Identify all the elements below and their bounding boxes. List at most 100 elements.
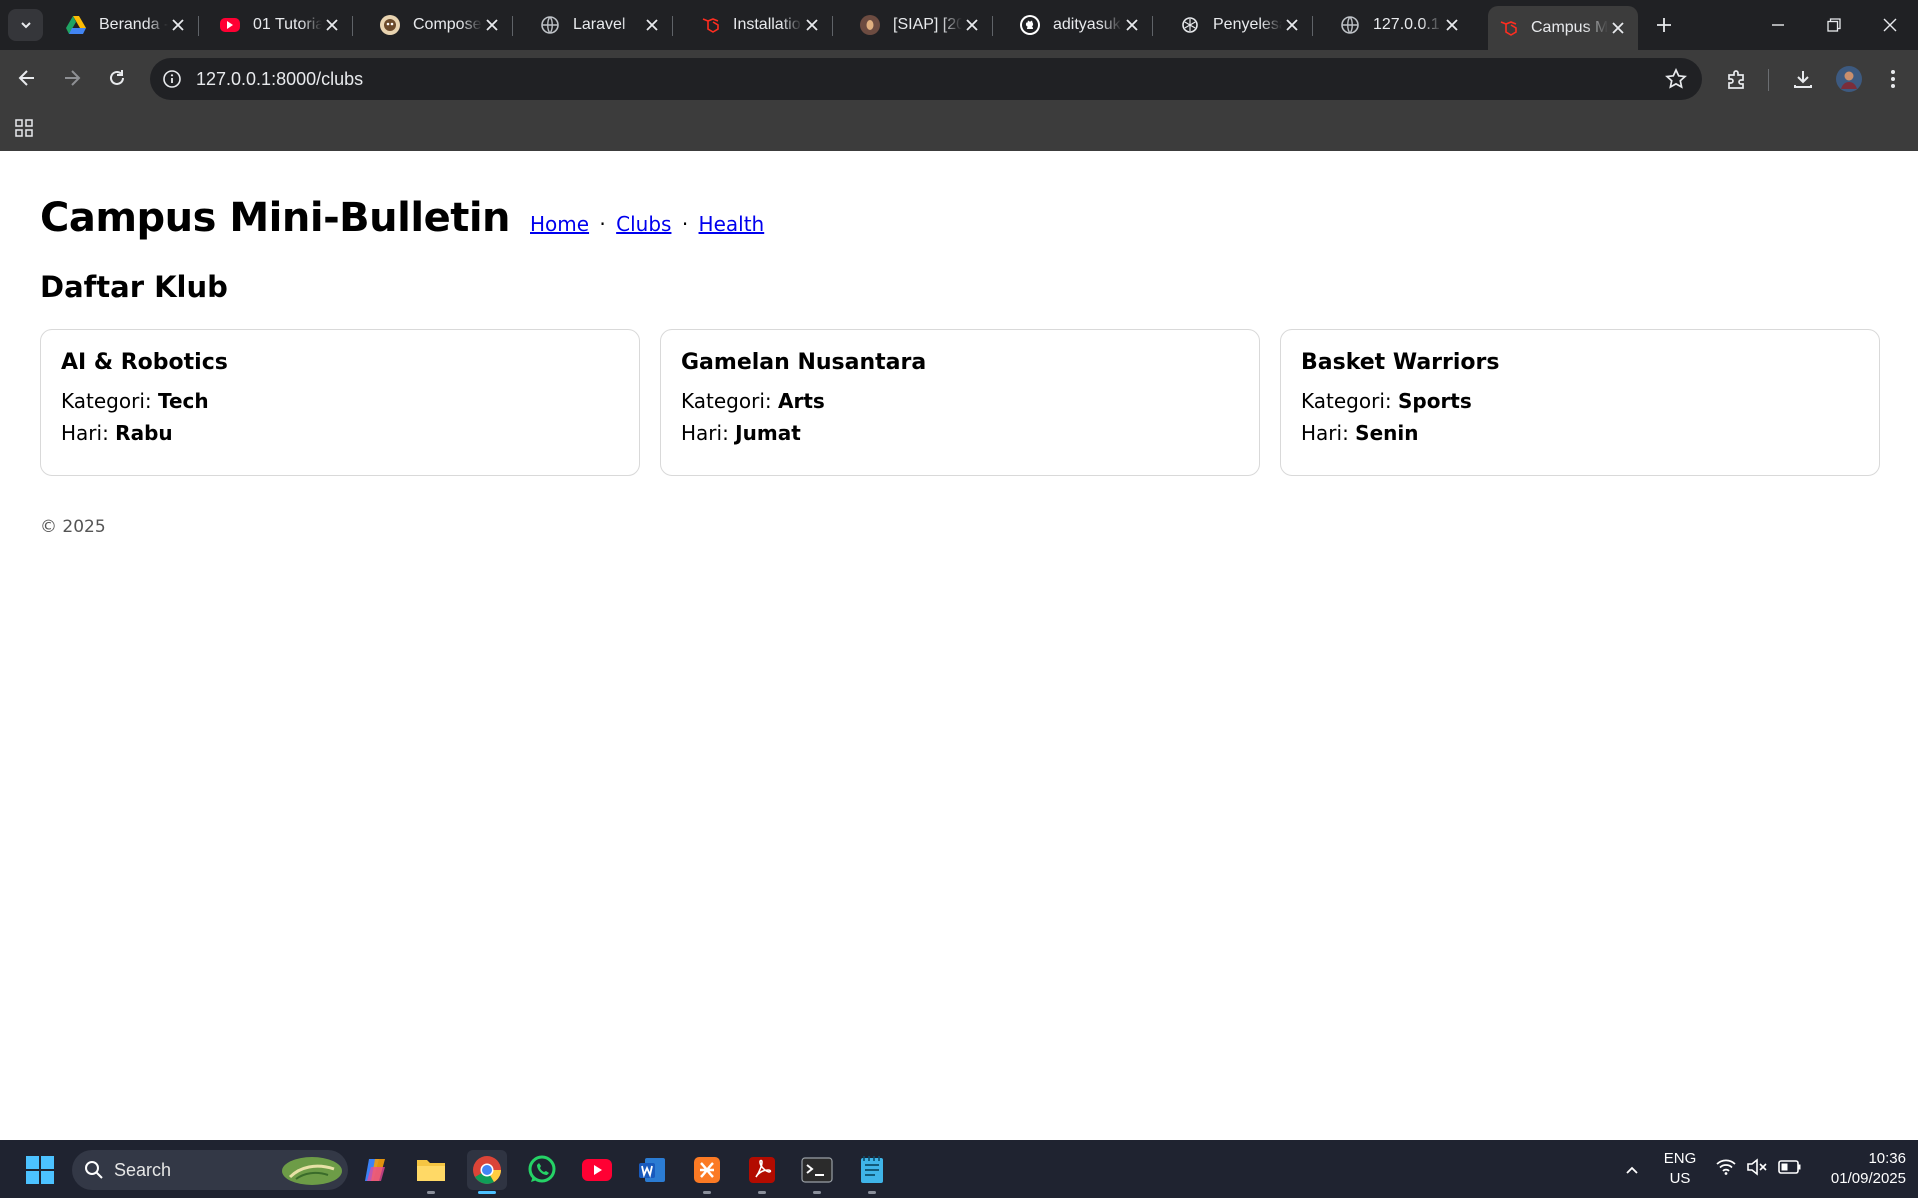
menu-button[interactable]	[1878, 64, 1908, 94]
close-icon[interactable]	[168, 15, 188, 35]
nav-link-home[interactable]: Home	[530, 212, 589, 236]
forward-button[interactable]	[54, 60, 90, 96]
new-tab-button[interactable]	[1651, 12, 1677, 38]
address-bar[interactable]: 127.0.0.1:8000/clubs	[150, 58, 1702, 100]
reload-button[interactable]	[99, 60, 135, 96]
close-icon[interactable]	[482, 15, 502, 35]
category-label: Kategori:	[681, 389, 772, 413]
arrow-right-icon	[65, 70, 81, 86]
club-category-row: Kategori: Arts	[681, 385, 1239, 417]
youtube-icon	[582, 1159, 612, 1181]
search-highlight-icon	[282, 1157, 342, 1185]
club-card: AI & Robotics Kategori: Tech Hari: Rabu	[40, 329, 640, 476]
club-name: Gamelan Nusantara	[681, 350, 927, 375]
tab-laravel[interactable]: Laravel	[530, 6, 673, 44]
close-icon[interactable]	[1282, 15, 1302, 35]
close-icon[interactable]	[802, 15, 822, 35]
browser-tab-bar: Beranda - Google Drive 01 Tutorial Compo…	[0, 0, 1918, 50]
taskbar-search[interactable]: Search	[72, 1150, 348, 1190]
apps-grid-icon[interactable]	[12, 116, 36, 140]
nav-link-health[interactable]: Health	[699, 212, 765, 236]
show-hidden-icons-button[interactable]	[1612, 1150, 1652, 1190]
google-drive-icon	[66, 15, 86, 35]
tab-composer[interactable]: Composer	[370, 6, 513, 44]
running-indicator	[758, 1191, 766, 1194]
toolbar-divider	[1768, 69, 1769, 91]
xampp-app[interactable]	[687, 1150, 727, 1194]
github-icon	[1020, 15, 1040, 35]
wifi-icon	[1716, 1159, 1736, 1175]
system-tray-status[interactable]	[1716, 1158, 1802, 1176]
clock[interactable]: 10:36 01/09/2025	[1806, 1149, 1906, 1189]
site-info-icon[interactable]	[161, 68, 183, 90]
club-category-row: Kategori: Sports	[1301, 385, 1859, 417]
siap-icon	[860, 15, 880, 35]
tab-installation[interactable]: Installation	[690, 6, 833, 44]
tab-localhost[interactable]: 127.0.0.1:8000	[1330, 6, 1472, 44]
close-window-button[interactable]	[1862, 0, 1918, 50]
tab-separator	[672, 16, 673, 36]
youtube-app[interactable]	[577, 1150, 617, 1190]
club-day: Jumat	[735, 421, 801, 445]
notepad-app[interactable]	[852, 1150, 892, 1194]
tab-title: Installation	[733, 16, 802, 33]
close-icon[interactable]	[322, 15, 342, 35]
url-text[interactable]: 127.0.0.1:8000/clubs	[196, 69, 363, 90]
windows-taskbar: Search ENG US 10:36 01/09/2025	[0, 1140, 1918, 1198]
club-category: Sports	[1397, 389, 1472, 413]
tab-title: Beranda - Google Drive	[99, 16, 168, 33]
minimize-button[interactable]	[1750, 0, 1806, 50]
xampp-icon	[694, 1157, 720, 1183]
profile-avatar[interactable]	[1834, 64, 1864, 94]
tab-search-button[interactable]	[8, 9, 43, 41]
avatar-icon	[1836, 66, 1862, 92]
start-button[interactable]	[20, 1150, 60, 1190]
tab-penyelesaian[interactable]: Penyelesaian	[1170, 6, 1313, 44]
category-label: Kategori:	[61, 389, 152, 413]
whatsapp-app[interactable]	[522, 1150, 562, 1190]
tab-separator	[992, 16, 993, 36]
back-button[interactable]	[9, 60, 45, 96]
club-day-row: Hari: Senin	[1301, 417, 1859, 449]
tab-campus-mini-bulletin[interactable]: Campus Mini-Bulletin	[1488, 6, 1638, 50]
bookmark-star-icon[interactable]	[1664, 67, 1688, 91]
close-icon[interactable]	[1122, 15, 1142, 35]
acrobat-icon	[749, 1157, 775, 1183]
tab-siap[interactable]: [SIAP] [2025]	[850, 6, 993, 44]
close-icon[interactable]	[962, 15, 982, 35]
language-indicator[interactable]: ENG US	[1656, 1149, 1704, 1189]
word-app[interactable]	[632, 1150, 672, 1190]
running-indicator	[478, 1191, 496, 1194]
close-icon[interactable]	[1608, 18, 1628, 38]
folder-icon	[417, 1160, 445, 1181]
nav-link-clubs[interactable]: Clubs	[616, 212, 671, 236]
tab-beranda[interactable]: Beranda - Google Drive	[56, 6, 199, 44]
site-title: Campus Mini-Bulletin	[40, 195, 511, 241]
chrome-app[interactable]	[467, 1150, 507, 1194]
speaker-muted-icon	[1747, 1158, 1767, 1176]
close-icon[interactable]	[1442, 15, 1462, 35]
tab-github[interactable]: adityasuko	[1010, 6, 1153, 44]
tab-separator	[352, 16, 353, 36]
composer-icon	[380, 15, 400, 35]
search-placeholder: Search	[114, 1159, 172, 1180]
chatgpt-icon	[1180, 15, 1200, 35]
club-day-row: Hari: Rabu	[61, 417, 619, 449]
extensions-button[interactable]	[1722, 64, 1752, 94]
club-list: AI & Robotics Kategori: Tech Hari: Rabu …	[40, 329, 1880, 476]
downloads-button[interactable]	[1788, 64, 1818, 94]
acrobat-app[interactable]	[742, 1150, 782, 1194]
puzzle-icon	[1728, 70, 1744, 89]
restore-button[interactable]	[1806, 0, 1862, 50]
close-icon[interactable]	[642, 15, 662, 35]
windows-logo-icon	[26, 1156, 54, 1184]
nav-separator: ·	[681, 212, 689, 236]
tab-tutorial[interactable]: 01 Tutorial	[210, 6, 353, 44]
club-day-row: Hari: Jumat	[681, 417, 1239, 449]
file-explorer-app[interactable]	[411, 1150, 451, 1194]
tab-title: Composer	[413, 16, 482, 33]
terminal-app[interactable]	[797, 1150, 837, 1194]
bookmarks-bar	[0, 108, 1918, 151]
tab-separator	[198, 16, 199, 36]
copilot-app[interactable]	[356, 1150, 396, 1190]
